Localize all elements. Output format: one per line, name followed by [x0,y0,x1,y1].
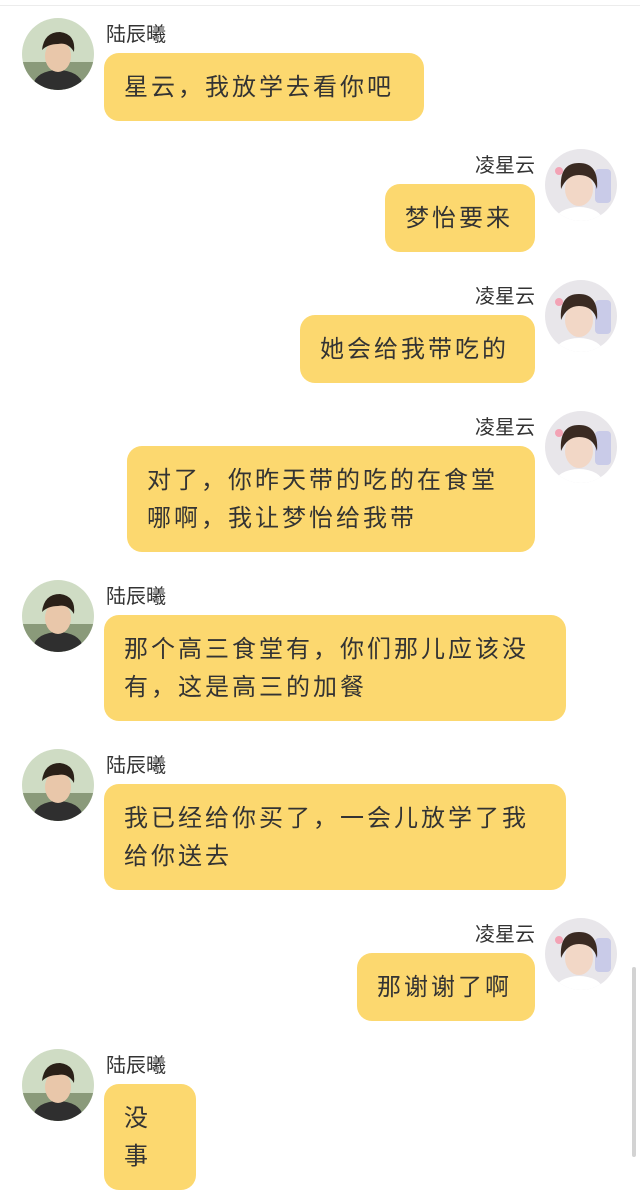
girl-avatar[interactable] [545,280,617,352]
girl-avatar[interactable] [545,918,617,990]
boy-avatar[interactable] [22,1049,94,1121]
message-bubble[interactable]: 我已经给你买了，一会儿放学了我给你送去 [104,784,566,890]
sender-name: 凌星云 [475,284,535,308]
girl-avatar[interactable] [545,411,617,483]
girl-avatar-icon [545,280,617,352]
sender-name: 陆辰曦 [106,753,166,777]
sender-name: 陆辰曦 [106,22,166,46]
message-bubble[interactable]: 梦怡要来 [385,184,535,252]
sender-name: 陆辰曦 [106,584,166,608]
girl-avatar-icon [545,918,617,990]
girl-avatar-icon [545,411,617,483]
girl-avatar[interactable] [545,149,617,221]
sender-name: 凌星云 [475,415,535,439]
message-bubble[interactable]: 那谢谢了啊 [357,953,535,1021]
boy-avatar-icon [22,749,94,821]
message-bubble[interactable]: 对了，你昨天带的吃的在食堂哪啊，我让梦怡给我带 [127,446,535,552]
message-bubble[interactable]: 没事 [104,1084,196,1190]
boy-avatar-icon [22,1049,94,1121]
sender-name: 凌星云 [475,922,535,946]
sender-name: 凌星云 [475,153,535,177]
message-bubble[interactable]: 她会给我带吃的 [300,315,535,383]
boy-avatar[interactable] [22,18,94,90]
sender-name: 陆辰曦 [106,1053,166,1077]
boy-avatar[interactable] [22,580,94,652]
boy-avatar[interactable] [22,749,94,821]
scrollbar[interactable] [632,967,636,1157]
message-bubble[interactable]: 星云，我放学去看你吧 [104,53,424,121]
boy-avatar-icon [22,580,94,652]
message-bubble[interactable]: 那个高三食堂有，你们那儿应该没有，这是高三的加餐 [104,615,566,721]
top-divider [0,5,640,6]
girl-avatar-icon [545,149,617,221]
boy-avatar-icon [22,18,94,90]
